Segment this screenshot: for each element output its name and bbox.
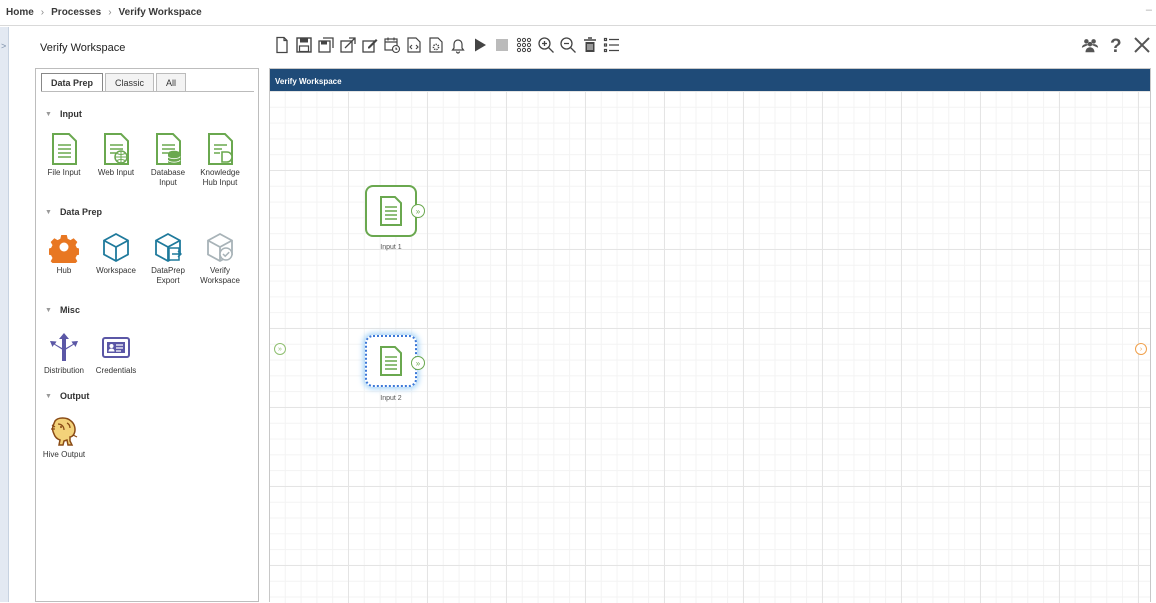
node-input-1[interactable] xyxy=(365,185,417,237)
tool-label: Knowledge Hub Input xyxy=(200,168,240,187)
tool-label: Database Input xyxy=(150,168,186,187)
canvas-output-port[interactable]: › xyxy=(1135,343,1147,355)
hive-elephant-icon xyxy=(51,417,78,446)
sidebar-collapsed-strip[interactable]: > xyxy=(0,27,9,602)
canvas-title: Verify Workspace xyxy=(270,69,1150,91)
tool-label: Hub xyxy=(56,266,72,275)
tool-credentials[interactable]: Credentials xyxy=(92,331,140,376)
node-label: Input 1 xyxy=(380,244,402,251)
breadcrumb-current: Verify Workspace xyxy=(118,7,202,18)
process-canvas[interactable]: Verify Workspace » › » Input 1 » Input 2 xyxy=(269,68,1151,603)
svg-text:?: ? xyxy=(1110,36,1122,54)
distribution-arrows-icon xyxy=(50,333,78,361)
tool-verify-workspace[interactable]: Verify Workspace xyxy=(196,231,244,286)
node-input-2[interactable] xyxy=(365,335,417,387)
web-input-icon xyxy=(104,133,129,165)
chevron-right-icon[interactable]: > xyxy=(1,41,6,51)
tabs-divider xyxy=(41,91,254,92)
toolbar-icons xyxy=(271,34,622,56)
minimize-icon[interactable]: – xyxy=(1146,4,1152,16)
tool-label: Distribution xyxy=(43,366,84,375)
section-misc[interactable]: ▼ Misc xyxy=(45,305,80,315)
zoom-out-icon[interactable] xyxy=(557,34,578,56)
new-icon[interactable] xyxy=(271,34,292,56)
node-label: Input 2 xyxy=(380,395,402,402)
tool-label: DataPrep Export xyxy=(151,266,185,285)
breadcrumb: Home › Processes › Verify Workspace – xyxy=(0,0,1156,26)
canvas-input-port[interactable]: » xyxy=(274,343,286,355)
stop-icon[interactable] xyxy=(491,34,512,56)
file-input-icon xyxy=(380,196,402,226)
section-title: Data Prep xyxy=(59,207,102,217)
tool-label: Credentials xyxy=(95,366,137,375)
bell-icon[interactable] xyxy=(447,34,468,56)
verify-workspace-icon xyxy=(207,232,233,263)
section-title: Output xyxy=(59,391,90,401)
hub-gear-icon xyxy=(49,235,79,263)
save-icon[interactable] xyxy=(293,34,314,56)
grid-icon[interactable] xyxy=(513,34,534,56)
section-output[interactable]: ▼ Output xyxy=(45,391,89,401)
tab-all[interactable]: All xyxy=(156,73,187,92)
zoom-in-icon[interactable] xyxy=(535,34,556,56)
tool-database-input[interactable]: Database Input xyxy=(144,133,192,188)
delete-icon[interactable] xyxy=(579,34,600,56)
tool-distribution[interactable]: Distribution xyxy=(40,331,88,376)
section-data-prep[interactable]: ▼ Data Prep xyxy=(45,207,102,217)
section-title: Misc xyxy=(59,305,80,315)
schedule-icon[interactable] xyxy=(381,34,402,56)
breadcrumb-separator: › xyxy=(40,7,45,18)
tool-web-input[interactable]: Web Input xyxy=(92,133,140,178)
play-icon[interactable] xyxy=(469,34,490,56)
tool-palette: Data Prep Classic All ▼ Input File Input… xyxy=(35,68,259,602)
knowledge-hub-input-icon xyxy=(208,133,233,165)
tool-hive-output[interactable]: Hive Output xyxy=(40,415,88,460)
process-title: Verify Workspace xyxy=(40,42,126,54)
save-as-icon[interactable] xyxy=(315,34,336,56)
tool-workspace[interactable]: Workspace xyxy=(92,231,140,276)
node-output-port[interactable]: » xyxy=(411,204,425,218)
edit-icon[interactable] xyxy=(359,34,380,56)
tool-label: Verify Workspace xyxy=(200,266,240,285)
section-input[interactable]: ▼ Input xyxy=(45,109,82,119)
toolbar-right: ? xyxy=(1079,34,1152,56)
collapse-triangle-icon: ▼ xyxy=(45,208,52,216)
tab-classic[interactable]: Classic xyxy=(105,73,155,92)
close-icon[interactable] xyxy=(1131,34,1152,56)
tool-file-input[interactable]: File Input xyxy=(40,133,88,178)
users-icon[interactable] xyxy=(1079,34,1100,56)
tool-label: File Input xyxy=(47,168,81,177)
tool-label: Web Input xyxy=(97,168,135,177)
breadcrumb-separator: › xyxy=(108,7,112,18)
breadcrumb-home[interactable]: Home xyxy=(6,7,34,18)
section-title: Input xyxy=(59,109,82,119)
file-input-icon xyxy=(52,133,77,165)
workspace-cube-icon xyxy=(103,232,129,263)
list-icon[interactable] xyxy=(601,34,622,56)
credentials-card-icon xyxy=(102,337,130,358)
tab-data-prep[interactable]: Data Prep xyxy=(41,73,104,92)
tool-hub[interactable]: Hub xyxy=(40,231,88,276)
database-input-icon xyxy=(156,133,181,165)
tool-label: Hive Output xyxy=(42,450,86,459)
process-toolbar: Verify Workspace ? xyxy=(10,27,1156,64)
settings-doc-icon[interactable] xyxy=(425,34,446,56)
node-output-port[interactable]: » xyxy=(411,356,425,370)
export-icon[interactable] xyxy=(337,34,358,56)
tool-label: Workspace xyxy=(96,266,136,275)
breadcrumb-processes[interactable]: Processes xyxy=(51,7,101,18)
code-icon[interactable] xyxy=(403,34,424,56)
tool-knowledge-hub-input[interactable]: Knowledge Hub Input xyxy=(196,133,244,188)
collapse-triangle-icon: ▼ xyxy=(45,392,52,400)
tool-dataprep-export[interactable]: DataPrep Export xyxy=(144,231,192,286)
file-input-icon xyxy=(380,346,402,376)
collapse-triangle-icon: ▼ xyxy=(45,306,52,314)
help-icon[interactable]: ? xyxy=(1105,34,1126,56)
palette-tabs: Data Prep Classic All xyxy=(41,73,188,92)
dataprep-export-icon xyxy=(155,232,182,263)
collapse-triangle-icon: ▼ xyxy=(45,110,52,118)
